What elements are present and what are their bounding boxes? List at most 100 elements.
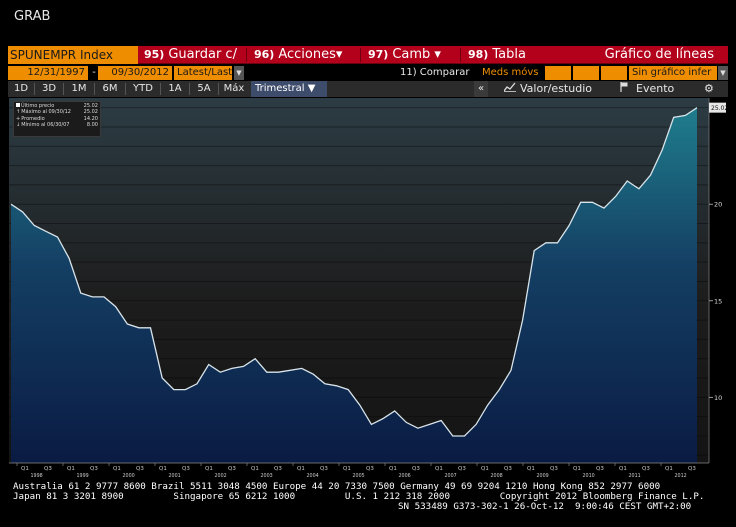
x-year-label: 2012	[675, 473, 687, 478]
x-quarter-label: Q3	[320, 466, 328, 472]
value-study-button[interactable]: Valor/estudio	[503, 81, 592, 97]
change-menu-item[interactable]: 97) Camb ▾	[368, 46, 441, 64]
price-mode-select[interactable]: Latest/Last	[174, 66, 232, 80]
x-quarter-label: Q3	[44, 466, 52, 472]
x-year-label: 2006	[399, 473, 411, 478]
x-quarter-label: Q3	[274, 466, 282, 472]
x-quarter-label: Q1	[67, 466, 75, 472]
table-menu-item[interactable]: 98) Tabla	[468, 46, 526, 64]
x-year-label: 1999	[77, 473, 89, 478]
period-6m[interactable]: 6M	[95, 81, 125, 97]
legend-label: Máximo al 09/30/12	[21, 109, 71, 116]
period-max[interactable]: Máx	[219, 81, 249, 97]
x-quarter-label: Q1	[527, 466, 535, 472]
x-quarter-label: Q1	[619, 466, 627, 472]
x-year-label: 2003	[261, 473, 273, 478]
menu-divider	[460, 48, 461, 62]
x-quarter-label: Q1	[389, 466, 397, 472]
x-quarter-label: Q3	[90, 466, 98, 472]
x-quarter-label: Q3	[596, 466, 604, 472]
x-year-label: 2008	[491, 473, 503, 478]
event-button[interactable]: Evento	[620, 81, 674, 97]
actions-menu-item[interactable]: 96) Acciones▾	[254, 46, 342, 64]
x-year-label: 2005	[353, 473, 365, 478]
period-1m[interactable]: 1M	[64, 81, 94, 97]
footer: Australia 61 2 9777 8600 Brazil 5511 304…	[0, 480, 736, 527]
start-date-input[interactable]: 12/31/1997	[8, 66, 88, 80]
options-bar: 12/31/1997 - 09/30/2012 Latest/Last ▼ 11…	[8, 66, 728, 80]
x-quarter-label: Q3	[504, 466, 512, 472]
period-1d[interactable]: 1D	[8, 81, 34, 97]
date-range-dash: -	[92, 67, 96, 78]
period-ytd[interactable]: YTD	[126, 81, 160, 97]
x-quarter-label: Q3	[182, 466, 190, 472]
y-tick-label: 20	[714, 201, 722, 209]
x-year-label: 1998	[31, 473, 43, 478]
save-menu-label: Guardar c/	[168, 47, 237, 62]
x-quarter-label: Q1	[113, 466, 121, 472]
price-mode-dropdown-icon[interactable]: ▼	[234, 66, 244, 80]
period-3d[interactable]: 3D	[35, 81, 63, 97]
legend-swatch-icon	[16, 103, 20, 107]
legend-label: Mínimo al 06/30/07	[21, 122, 70, 129]
lower-chart-select[interactable]: Sin gráfico infer	[629, 66, 717, 80]
window-title-bar: GRAB	[0, 0, 736, 44]
x-quarter-label: Q3	[412, 466, 420, 472]
flag-icon	[620, 81, 630, 97]
change-menu-label: Camb ▾	[392, 47, 441, 62]
x-axis: Q1 Q31998Q1 Q31999Q1 Q32000Q1 Q32001Q1 Q32002…	[9, 462, 709, 479]
change-menu-number: 97)	[368, 48, 389, 61]
footer-session-line: SN 533489 G373-302-1 26-Oct-12 9:00:46 C…	[398, 501, 692, 512]
moving-average-field-1[interactable]	[545, 66, 571, 80]
x-quarter-label: Q3	[550, 466, 558, 472]
compare-button[interactable]: 11) Comparar	[400, 66, 469, 80]
frequency-select[interactable]: Trimestral ▼	[251, 81, 327, 97]
chart-study-icon	[503, 81, 516, 97]
table-menu-label: Tabla	[492, 47, 526, 62]
moving-average-field-3[interactable]	[601, 66, 627, 80]
settings-gear-icon[interactable]: ⚙	[704, 81, 714, 97]
last-value-label: 25.02	[711, 105, 727, 112]
table-menu-number: 98)	[468, 48, 489, 61]
x-quarter-label: Q1	[205, 466, 213, 472]
arrow-up-icon: ↑	[16, 109, 21, 116]
moving-average-button[interactable]: Meds móvs	[482, 66, 539, 80]
x-year-label: 2000	[123, 473, 135, 478]
lower-chart-dropdown-icon[interactable]: ▼	[718, 66, 728, 80]
period-toolbar: 1D 3D 1M 6M YTD 1A 5A Máx Trimestral ▼ «…	[8, 81, 728, 97]
x-quarter-label: Q1	[481, 466, 489, 472]
x-quarter-label: Q1	[251, 466, 259, 472]
menu-divider	[246, 48, 247, 62]
x-quarter-label: Q3	[228, 466, 236, 472]
chart-area[interactable]: 10 15 20 25.02 Q1 Q3 1998 Q1 Q3 1999 Q1 Q3 2000 Q1 Q3…	[9, 98, 728, 479]
y-axis: 10 15 20 25.02	[708, 98, 728, 463]
x-quarter-label: Q1	[665, 466, 673, 472]
x-quarter-label: Q3	[366, 466, 374, 472]
end-date-input[interactable]: 09/30/2012	[98, 66, 172, 80]
chart-legend[interactable]: Último precio 25.02 ↑Máximo al 09/30/12 25…	[13, 101, 101, 137]
actions-menu-label: Acciones▾	[278, 47, 343, 62]
y-tick-label: 15	[714, 297, 722, 305]
x-year-label: 2011	[629, 473, 641, 478]
x-quarter-label: Q3	[458, 466, 466, 472]
x-quarter-label: Q3	[136, 466, 144, 472]
menu-bar: SPUNEMPR Index 95) Guardar c/ 96) Acciones…	[8, 46, 728, 64]
x-quarter-label: Q1	[573, 466, 581, 472]
period-1a[interactable]: 1A	[161, 81, 189, 97]
chart-type-label[interactable]: Gráfico de líneas	[605, 46, 714, 64]
x-quarter-label: Q1	[21, 466, 29, 472]
x-year-label: 2010	[583, 473, 595, 478]
x-quarter-label: Q3	[688, 466, 696, 472]
ticker-field[interactable]: SPUNEMPR Index	[8, 46, 138, 64]
x-quarter-label: Q3	[642, 466, 650, 472]
collapse-button[interactable]: «	[474, 81, 488, 97]
moving-average-field-2[interactable]	[573, 66, 599, 80]
period-5a[interactable]: 5A	[190, 81, 218, 97]
save-menu-number: 95)	[144, 48, 165, 61]
value-study-label: Valor/estudio	[520, 82, 592, 95]
y-tick-label: 10	[714, 394, 722, 402]
line-chart[interactable]: 10152025.02 Q1 Q31998Q1 Q31999Q1 Q32000Q1 Q3…	[9, 98, 728, 479]
legend-value: 8.00	[86, 122, 98, 129]
arrow-down-icon: ↓	[16, 122, 21, 129]
save-menu-item[interactable]: 95) Guardar c/	[144, 46, 237, 64]
